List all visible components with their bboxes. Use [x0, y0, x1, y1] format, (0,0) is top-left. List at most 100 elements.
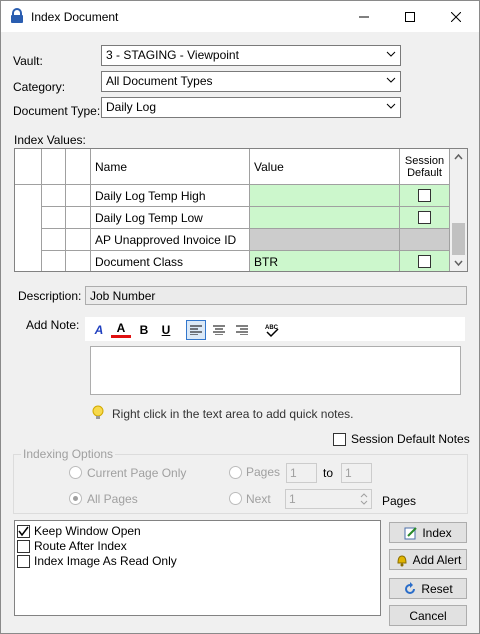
header-cell	[66, 149, 91, 185]
row-name: Daily Log Temp High	[91, 185, 250, 207]
minimize-button[interactable]	[341, 1, 387, 32]
close-button[interactable]	[433, 1, 479, 32]
document-type-value: Daily Log	[106, 100, 157, 114]
scroll-up-icon[interactable]	[454, 153, 463, 160]
next-label: Next	[246, 492, 271, 506]
row-value-input[interactable]	[250, 185, 400, 207]
font-color-icon[interactable]: A	[111, 320, 131, 338]
vault-value: 3 - STAGING - Viewpoint	[106, 48, 239, 62]
category-label: Category:	[13, 80, 66, 94]
chevron-down-icon	[386, 103, 396, 109]
column-header-value[interactable]: Value	[250, 149, 400, 185]
scroll-down-icon[interactable]	[454, 260, 463, 267]
scroll-thumb[interactable]	[452, 223, 465, 255]
pages-label: Pages	[246, 465, 281, 479]
lock-icon	[10, 8, 24, 27]
column-header-name[interactable]: Name	[91, 149, 250, 185]
pages-radio[interactable]	[229, 466, 242, 479]
option-label: Keep Window Open	[34, 524, 141, 538]
add-alert-button[interactable]: Add Alert	[389, 549, 467, 570]
option-read-only[interactable]: Index Image As Read Only	[17, 554, 177, 568]
window-title: Index Document	[31, 10, 119, 24]
note-textarea[interactable]	[90, 346, 461, 395]
grid-cell	[42, 251, 66, 271]
chevron-down-icon	[386, 77, 396, 83]
align-left-icon[interactable]	[186, 320, 206, 340]
stepper-arrows-icon[interactable]	[360, 492, 368, 506]
bold-icon[interactable]: B	[134, 320, 154, 340]
index-button[interactable]: Index	[389, 522, 467, 543]
session-default-checkbox[interactable]	[400, 251, 450, 271]
grid-cell	[42, 229, 66, 251]
current-page-radio[interactable]	[69, 466, 82, 479]
row-name: Daily Log Temp Low	[91, 207, 250, 229]
option-route-after-index[interactable]: Route After Index	[17, 539, 127, 553]
index-document-window: Index Document Vault: 3 - STAGING - View…	[0, 0, 480, 634]
index-values-grid[interactable]: Name Value Session Default Daily Log Tem…	[14, 148, 468, 272]
document-type-label: Document Type:	[13, 104, 101, 118]
next-pages-value: 1	[289, 492, 296, 506]
edit-icon	[404, 526, 418, 539]
vault-select[interactable]: 3 - STAGING - Viewpoint	[101, 45, 401, 66]
row-header-column	[15, 185, 42, 271]
all-pages-label: All Pages	[87, 492, 138, 506]
session-default-disabled	[400, 229, 450, 251]
option-label: Route After Index	[34, 539, 127, 553]
session-default-checkbox[interactable]	[400, 207, 450, 229]
note-hint: Right click in the text area to add quic…	[112, 407, 354, 421]
grid-cell	[42, 207, 66, 229]
checkbox[interactable]	[17, 554, 30, 568]
lightbulb-icon	[91, 405, 105, 424]
maximize-button[interactable]	[387, 1, 433, 32]
reset-button[interactable]: Reset	[389, 578, 467, 599]
option-keep-window-open[interactable]: Keep Window Open	[17, 524, 141, 538]
pages-to-input[interactable]: 1	[341, 463, 372, 483]
description-label: Description:	[18, 289, 82, 303]
document-type-select[interactable]: Daily Log	[101, 97, 401, 118]
grid-cell	[66, 251, 91, 271]
align-right-icon[interactable]	[232, 320, 252, 340]
session-default-notes-label: Session Default Notes	[351, 432, 470, 446]
index-values-label: Index Values:	[14, 133, 86, 147]
session-default-notes-checkbox[interactable]	[333, 433, 346, 446]
vault-label: Vault:	[13, 54, 43, 68]
grid-cell	[66, 207, 91, 229]
category-value: All Document Types	[106, 74, 213, 88]
header-cell	[42, 149, 66, 185]
grid-scrollbar[interactable]	[450, 149, 467, 271]
category-select[interactable]: All Document Types	[101, 71, 401, 92]
option-label: Index Image As Read Only	[34, 554, 177, 568]
cancel-button[interactable]: Cancel	[389, 605, 467, 626]
align-center-icon[interactable]	[209, 320, 229, 340]
spellcheck-icon[interactable]: ABC	[262, 320, 282, 340]
to-label: to	[323, 466, 334, 480]
next-pages-stepper[interactable]: 1	[285, 489, 372, 509]
pages-suffix-label: Pages	[382, 494, 417, 508]
current-page-label: Current Page Only	[87, 466, 187, 480]
grid-cell	[66, 185, 91, 207]
row-name: Document Class	[91, 251, 250, 271]
font-icon[interactable]: A	[89, 320, 109, 340]
next-radio[interactable]	[229, 492, 242, 505]
pages-from-input[interactable]: 1	[286, 463, 317, 483]
check-icon[interactable]	[17, 524, 30, 538]
chevron-down-icon	[386, 51, 396, 57]
grid-cell	[42, 185, 66, 207]
row-value-disabled	[250, 229, 400, 251]
row-name: AP Unapproved Invoice ID	[91, 229, 250, 251]
session-default-checkbox[interactable]	[400, 185, 450, 207]
grid-cell	[66, 229, 91, 251]
underline-icon[interactable]: U	[156, 320, 176, 340]
add-note-label: Add Note:	[26, 318, 80, 332]
row-value-input[interactable]	[250, 207, 400, 229]
column-header-session-default[interactable]: Session Default	[400, 149, 450, 185]
row-value-input[interactable]: BTR	[250, 251, 400, 271]
reset-icon	[405, 581, 416, 594]
row-header-cell	[15, 149, 42, 185]
bell-icon	[397, 554, 407, 566]
checkbox[interactable]	[17, 539, 30, 553]
description-field: Job Number	[85, 286, 467, 305]
indexing-options-legend: Indexing Options	[21, 447, 116, 461]
all-pages-radio[interactable]	[69, 492, 82, 505]
title-bar: Index Document	[1, 1, 479, 32]
